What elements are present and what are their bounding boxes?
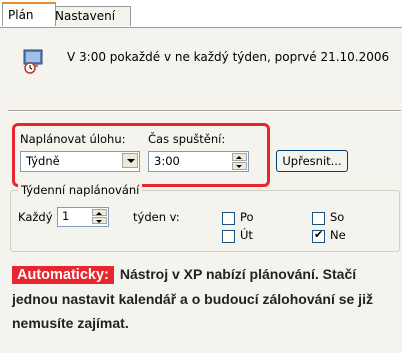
- spin-up-icon[interactable]: [92, 209, 107, 216]
- tab-settings[interactable]: Nastavení: [49, 6, 131, 26]
- schedule-summary: V 3:00 pokaždé v ne každý týden, poprvé …: [67, 50, 390, 64]
- tab-plan[interactable]: Plán: [2, 2, 56, 26]
- every-weeks-spinner[interactable]: [92, 209, 107, 225]
- start-time-spinner[interactable]: [232, 153, 247, 170]
- day-label-monday: Po: [240, 210, 254, 224]
- caption-text: Automaticky: Nástroj v XP nabízí plánován…: [12, 262, 396, 335]
- spin-down-icon[interactable]: [92, 217, 107, 224]
- start-time-label: Čas spuštění:: [148, 132, 226, 146]
- task-schedule-value: Týdně: [26, 154, 60, 168]
- task-schedule-label: Naplánovat úlohu:: [20, 132, 126, 146]
- chevron-down-icon[interactable]: [122, 153, 138, 168]
- advanced-button[interactable]: Upřesnit...: [276, 150, 348, 172]
- weeks-on-label: týden v:: [133, 210, 180, 224]
- every-label: Každý: [18, 210, 53, 224]
- day-label-saturday: So: [330, 210, 345, 224]
- checkbox-sunday[interactable]: ✔: [312, 228, 325, 243]
- every-weeks-value: 1: [62, 209, 70, 223]
- task-schedule-select[interactable]: Týdně: [20, 151, 140, 172]
- checkbox-saturday[interactable]: [312, 212, 325, 225]
- weekly-schedule-title: Týdenní naplánování: [18, 183, 143, 197]
- spin-down-icon[interactable]: [232, 162, 247, 170]
- caption-tag: Automaticky:: [12, 266, 114, 284]
- checkbox-tuesday[interactable]: [222, 230, 235, 243]
- start-time-input[interactable]: 3:00: [148, 151, 249, 172]
- day-label-tuesday: Út: [240, 228, 253, 242]
- day-label-sunday: Ne: [330, 228, 346, 242]
- every-weeks-input[interactable]: 1: [57, 207, 109, 227]
- check-mark-icon: ✔: [314, 228, 324, 241]
- separator: [8, 110, 401, 112]
- spin-up-icon[interactable]: [232, 153, 247, 161]
- checkbox-monday[interactable]: [222, 212, 235, 225]
- start-time-value: 3:00: [154, 154, 180, 168]
- scheduled-task-icon: [22, 48, 46, 74]
- tab-bar: Plán Nastavení: [0, 0, 402, 28]
